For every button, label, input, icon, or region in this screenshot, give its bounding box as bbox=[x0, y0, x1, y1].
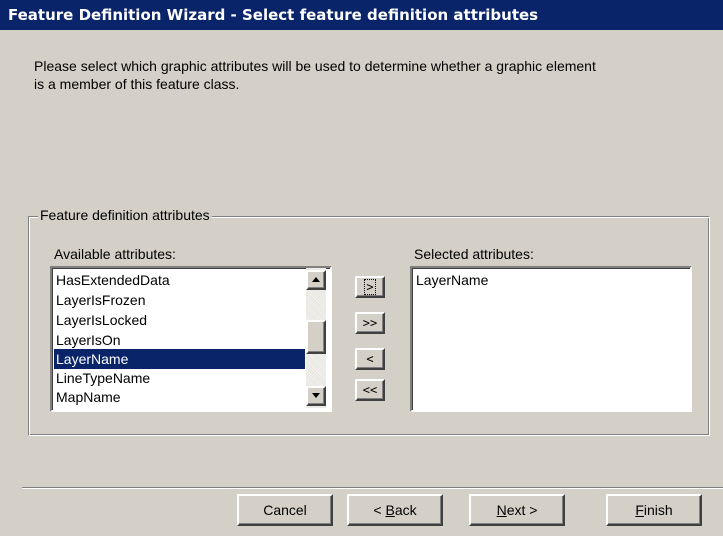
remove-attribute-button[interactable]: < bbox=[355, 348, 385, 370]
finish-rest: inish bbox=[643, 502, 673, 518]
back-prefix: < bbox=[373, 502, 386, 518]
list-item[interactable]: LayerIsLocked bbox=[54, 310, 306, 330]
vertical-scrollbar[interactable] bbox=[306, 268, 326, 408]
arrow-up-icon bbox=[312, 277, 320, 282]
list-item[interactable]: LineTypeName bbox=[54, 368, 306, 388]
selected-attributes-list[interactable]: LayerName bbox=[410, 266, 692, 412]
list-item[interactable]: MapName bbox=[54, 387, 306, 407]
next-mnemonic: N bbox=[496, 502, 507, 518]
cancel-button[interactable]: Cancel bbox=[237, 494, 333, 526]
available-attributes-list[interactable]: HasExtendedData LayerIsFrozen LayerIsLoc… bbox=[50, 266, 332, 412]
scroll-down-button[interactable] bbox=[306, 386, 326, 406]
remove-all-attributes-button[interactable]: << bbox=[355, 379, 385, 401]
selected-attributes-label: Selected attributes: bbox=[414, 246, 534, 262]
remove-attribute-label: < bbox=[366, 352, 374, 366]
list-item-selected[interactable]: LayerName bbox=[54, 349, 305, 369]
next-rest: ext > bbox=[506, 502, 538, 518]
cancel-label: Cancel bbox=[263, 502, 307, 518]
finish-button[interactable]: Finish bbox=[606, 494, 702, 526]
add-all-label: >> bbox=[362, 316, 378, 330]
list-item[interactable]: LayerName bbox=[414, 270, 666, 290]
instructions-line-2: is a member of this feature class. bbox=[34, 76, 240, 92]
group-legend: Feature definition attributes bbox=[38, 207, 212, 223]
instructions-line-1: Please select which graphic attributes w… bbox=[34, 58, 596, 74]
add-all-attributes-button[interactable]: >> bbox=[355, 312, 385, 334]
arrow-down-icon bbox=[312, 393, 320, 398]
list-item[interactable]: LayerIsFrozen bbox=[54, 290, 306, 310]
finish-mnemonic: F bbox=[635, 502, 644, 518]
list-item[interactable]: LayerIsOn bbox=[54, 330, 306, 350]
footer-divider bbox=[22, 487, 723, 489]
instructions: Please select which graphic attributes w… bbox=[34, 57, 704, 93]
title-bar[interactable]: Feature Definition Wizard - Select featu… bbox=[0, 0, 723, 30]
scroll-up-button[interactable] bbox=[306, 270, 326, 290]
remove-all-label: << bbox=[362, 383, 378, 397]
back-mnemonic: B bbox=[385, 502, 395, 518]
add-attribute-button[interactable]: > bbox=[355, 276, 385, 298]
back-rest: ack bbox=[394, 502, 417, 518]
list-item[interactable]: HasExtendedData bbox=[54, 270, 306, 290]
back-button[interactable]: < Back bbox=[347, 494, 443, 526]
available-attributes-label: Available attributes: bbox=[54, 246, 176, 262]
add-attribute-label: > bbox=[364, 279, 376, 295]
scroll-thumb[interactable] bbox=[306, 320, 326, 354]
window-title: Feature Definition Wizard - Select featu… bbox=[8, 6, 539, 24]
next-button[interactable]: Next > bbox=[469, 494, 565, 526]
